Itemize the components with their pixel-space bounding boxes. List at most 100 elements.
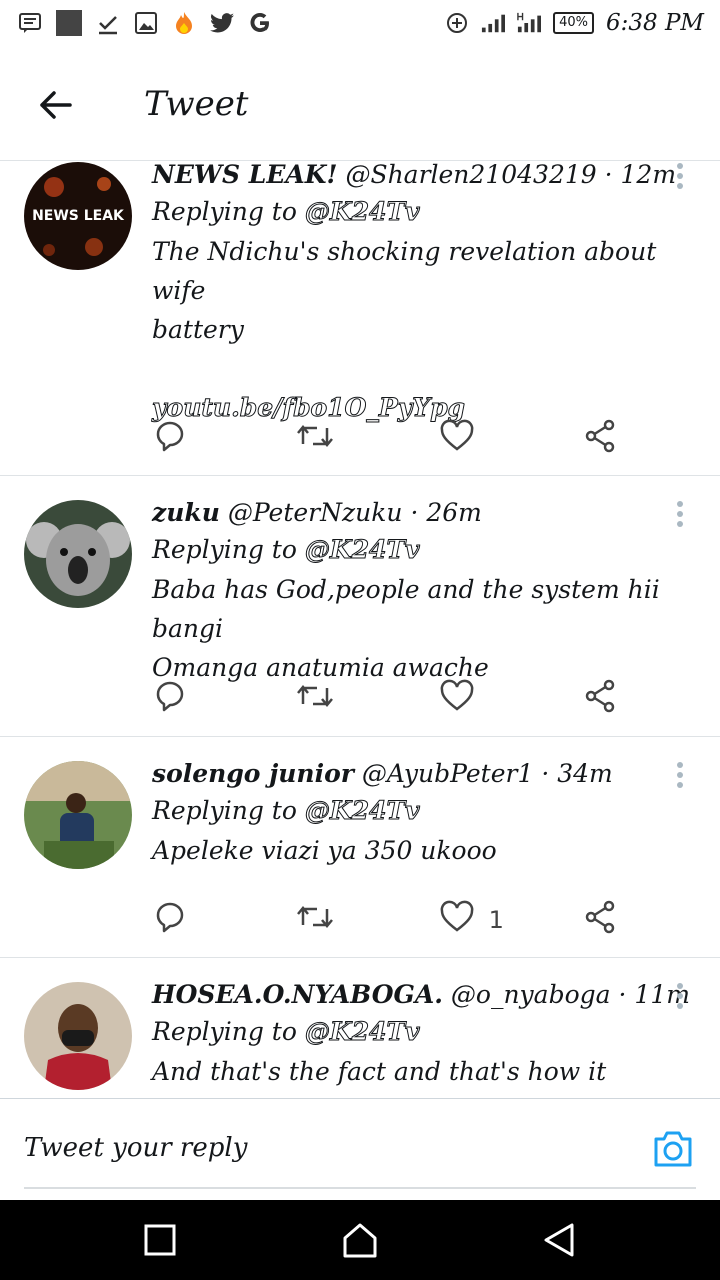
retweet-icon[interactable]	[295, 678, 335, 720]
status-bar: 40% 6:38 PM	[0, 0, 720, 50]
replying-prefix: Replying to	[152, 1017, 297, 1046]
author-name[interactable]: HOSEA.O.NYABOGA.	[152, 980, 443, 1009]
status-left-icons	[18, 10, 272, 36]
share-action[interactable]	[582, 899, 622, 941]
page-title: Tweet	[144, 84, 249, 124]
avatar[interactable]	[24, 500, 132, 608]
app-bar: Tweet	[0, 50, 720, 161]
tweet-content: solengo junior @AyubPeter1 · 34m Replyin…	[152, 759, 680, 870]
author-handle[interactable]: @Sharlen21043219	[345, 160, 596, 189]
tweet-header: NEWS LEAK! @Sharlen21043219 · 12m	[152, 160, 680, 189]
tweet-item[interactable]: zuku @PeterNzuku · 26m Replying to @K24T…	[0, 476, 720, 737]
like-action[interactable]: 1	[439, 899, 504, 941]
replying-prefix: Replying to	[152, 197, 297, 226]
replying-prefix: Replying to	[152, 796, 297, 825]
reply-composer[interactable]: Tweet your reply	[0, 1098, 720, 1199]
reply-feed[interactable]: NEWS LEAK NEWS LEAK! @Sharlen21043219 · …	[0, 160, 720, 1098]
tweet-header: zuku @PeterNzuku · 26m	[152, 498, 680, 527]
reply-action[interactable]	[152, 678, 192, 720]
replying-to: Replying to @K24Tv	[152, 197, 680, 227]
status-time: 6:38 PM	[606, 10, 704, 36]
tweet-time: · 34m	[541, 759, 613, 788]
reply-icon[interactable]	[152, 418, 188, 460]
author-handle[interactable]: @PeterNzuku	[228, 498, 403, 527]
reply-input[interactable]: Tweet your reply	[24, 1133, 247, 1163]
heart-icon[interactable]	[439, 418, 475, 460]
tweet-text: Apeleke viazi ya 350 ukooo	[152, 831, 680, 870]
tweet-actions	[152, 678, 622, 720]
author-handle[interactable]: @AyubPeter1	[362, 759, 533, 788]
status-right-icons: 40% 6:38 PM	[445, 10, 704, 36]
author-name[interactable]: solengo junior	[152, 759, 354, 788]
replying-to: Replying to @K24Tv	[152, 535, 680, 565]
share-icon[interactable]	[582, 678, 618, 720]
replying-to-handle[interactable]: @K24Tv	[304, 1017, 420, 1047]
share-action[interactable]	[582, 678, 622, 720]
retweet-action[interactable]	[295, 418, 335, 460]
more-options-icon[interactable]	[670, 982, 690, 1012]
tweet-content: NEWS LEAK! @Sharlen21043219 · 12m Replyi…	[152, 160, 680, 427]
tweet-item[interactable]: solengo junior @AyubPeter1 · 34m Replyin…	[0, 737, 720, 958]
tweet-content: HOSEA.O.NYABOGA. @o_nyaboga · 11m Replyi…	[152, 980, 690, 1098]
retweet-action[interactable]	[295, 678, 335, 720]
replying-to: Replying to @K24Tv	[152, 1017, 680, 1047]
author-name[interactable]: NEWS LEAK!	[152, 160, 337, 189]
camera-icon[interactable]	[652, 1129, 694, 1169]
more-options-icon[interactable]	[670, 500, 690, 530]
more-options-icon[interactable]	[670, 162, 690, 192]
retweet-icon[interactable]	[295, 899, 335, 941]
tweet-header: HOSEA.O.NYABOGA. @o_nyaboga · 11m	[152, 980, 690, 1009]
replying-to: Replying to @K24Tv	[152, 796, 680, 826]
tweet-actions: 1	[152, 899, 622, 941]
reply-underline	[24, 1187, 696, 1189]
replying-to-handle[interactable]: @K24Tv	[304, 197, 420, 227]
heart-icon[interactable]	[439, 678, 475, 720]
tweet-text-line: The Ndichu's shocking revelation about w…	[152, 237, 657, 305]
retweet-icon[interactable]	[295, 418, 335, 460]
more-options-icon[interactable]	[670, 761, 690, 791]
tweet-text-line: Apeleke viazi ya 350 ukooo	[152, 836, 497, 865]
replying-to-handle[interactable]: @K24Tv	[304, 535, 420, 565]
tweet-text-line: And that's the fact and that's how it go…	[152, 1057, 607, 1098]
avatar[interactable]	[24, 982, 132, 1090]
back-arrow-icon[interactable]	[36, 85, 76, 125]
avatar[interactable]	[24, 761, 132, 869]
author-name[interactable]: zuku	[152, 498, 220, 527]
tweet-text-line: battery	[152, 315, 244, 344]
app-square-icon	[56, 10, 82, 36]
retweet-action[interactable]	[295, 899, 335, 941]
data-saver-icon	[445, 11, 469, 35]
back-triangle-icon[interactable]	[540, 1220, 580, 1260]
tweet-time: · 26m	[410, 498, 482, 527]
share-icon[interactable]	[582, 899, 618, 941]
replying-to-handle[interactable]: @K24Tv	[304, 796, 420, 826]
recents-square-icon[interactable]	[140, 1220, 180, 1260]
tweet-text-line: Baba has God,people and the system hii b…	[152, 575, 660, 643]
home-icon[interactable]	[340, 1220, 380, 1260]
signal-icon	[481, 11, 506, 35]
author-handle[interactable]: @o_nyaboga	[451, 980, 611, 1009]
download-done-icon	[96, 11, 120, 35]
avatar[interactable]: NEWS LEAK	[24, 162, 132, 270]
like-action[interactable]	[439, 678, 479, 720]
google-g-icon	[248, 11, 272, 35]
tweet-item[interactable]: HOSEA.O.NYABOGA. @o_nyaboga · 11m Replyi…	[0, 958, 720, 1098]
battery-indicator: 40%	[553, 12, 594, 34]
tweet-text: Baba has God,people and the system hii b…	[152, 570, 680, 687]
signal-h-icon	[517, 11, 542, 35]
tweet-item[interactable]: NEWS LEAK NEWS LEAK! @Sharlen21043219 · …	[0, 160, 720, 476]
heart-icon[interactable]	[439, 899, 475, 941]
reply-icon[interactable]	[152, 899, 188, 941]
message-icon	[18, 11, 42, 35]
reply-action[interactable]	[152, 418, 192, 460]
tweet-text: The Ndichu's shocking revelation about w…	[152, 232, 680, 427]
tweet-time: · 12m	[604, 160, 677, 189]
image-icon	[134, 11, 158, 35]
share-icon[interactable]	[582, 418, 618, 460]
reply-icon[interactable]	[152, 678, 188, 720]
reply-action[interactable]	[152, 899, 192, 941]
twitter-bird-icon	[210, 11, 234, 35]
fire-icon	[172, 11, 196, 35]
share-action[interactable]	[582, 418, 622, 460]
like-action[interactable]	[439, 418, 479, 460]
